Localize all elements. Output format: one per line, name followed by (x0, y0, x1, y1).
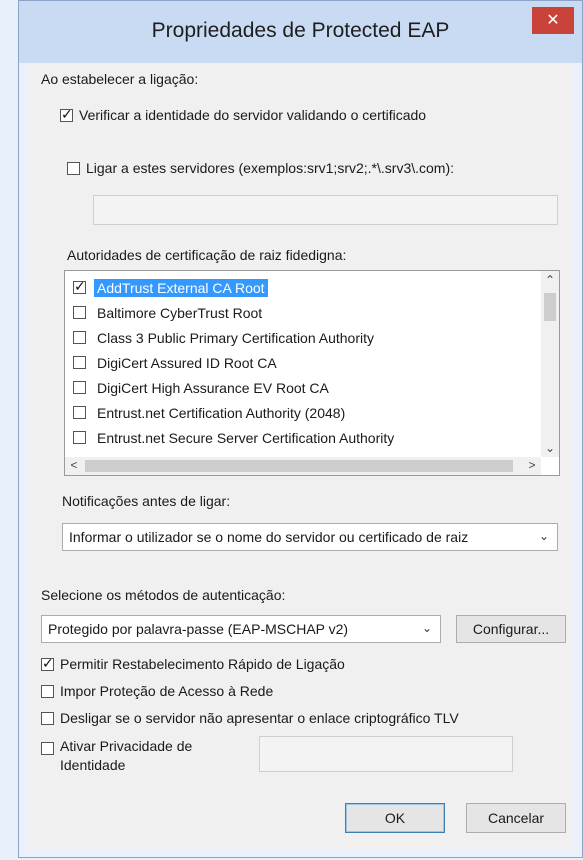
ca-label: DigiCert Assured ID Root CA (97, 354, 277, 371)
ok-button[interactable]: OK (345, 803, 445, 833)
identity-privacy-label: Ativar Privacidade de Identidade (60, 737, 192, 775)
dialog-body: Ao estabelecer a ligação: Verificar a id… (27, 63, 574, 849)
auth-method-selected: Protegido por palavra-passe (EAP-MSCHAP … (48, 621, 349, 637)
ca-checkbox[interactable] (73, 278, 86, 295)
scroll-up-icon[interactable]: ⌃ (541, 273, 559, 287)
auth-methods-label: Selecione os métodos de autenticação: (41, 587, 286, 603)
scroll-down-icon[interactable]: ⌄ (541, 441, 559, 455)
ca-checkbox[interactable] (73, 306, 86, 319)
list-item[interactable]: DigiCert Assured ID Root CA (73, 350, 280, 375)
scroll-left-icon[interactable]: < (65, 458, 83, 472)
notifications-selected: Informar o utilizador se o nome do servi… (69, 529, 469, 545)
nap-option[interactable]: Impor Proteção de Acesso à Rede (41, 683, 273, 699)
tlv-checkbox[interactable] (41, 711, 54, 725)
ca-label: AddTrust External CA Root (94, 278, 268, 297)
tlv-label: Desligar se o servidor não apresentar o … (60, 710, 459, 726)
configure-button[interactable]: Configurar... (456, 615, 566, 643)
notifications-label: Notificações antes de ligar: (62, 493, 231, 509)
list-item[interactable]: DigiCert High Assurance EV Root CA (73, 375, 332, 400)
ca-checkbox[interactable] (73, 331, 86, 344)
fast-reconnect-label: Permitir Restabelecimento Rápido de Liga… (60, 656, 345, 672)
horizontal-scrollbar[interactable]: < > (65, 457, 541, 475)
ca-label: Entrust.net Secure Server Certification … (97, 429, 395, 446)
list-item[interactable]: Entrust.net Certification Authority (204… (73, 400, 348, 425)
list-item[interactable]: Class 3 Public Primary Certification Aut… (73, 325, 377, 350)
identity-privacy-input[interactable] (259, 736, 513, 772)
ca-checkbox[interactable] (73, 406, 86, 419)
horizontal-scroll-thumb[interactable] (85, 460, 513, 472)
ca-checkbox[interactable] (73, 431, 86, 444)
identity-privacy-option[interactable]: Ativar Privacidade de Identidade (41, 737, 192, 773)
chevron-down-icon: ⌄ (421, 621, 432, 635)
root-ca-list[interactable]: AddTrust External CA Root Baltimore Cybe… (64, 270, 560, 476)
dialog-title: Propriedades de Protected EAP (151, 19, 450, 42)
verify-identity-option[interactable]: Verificar a identidade do servidor valid… (60, 106, 427, 123)
ca-label: DigiCert High Assurance EV Root CA (97, 379, 329, 396)
ca-label: Baltimore CyberTrust Root (97, 304, 263, 321)
ca-checkbox[interactable] (73, 381, 86, 394)
close-icon: ✕ (546, 12, 560, 29)
connection-section-label: Ao estabelecer a ligação: (41, 71, 199, 87)
eap-properties-dialog: Propriedades de Protected EAP ✕ Ao estab… (18, 0, 583, 858)
verify-identity-checkbox[interactable] (60, 106, 73, 123)
ca-label: Class 3 Public Primary Certification Aut… (97, 329, 374, 346)
ca-label: Entrust.net Certification Authority (204… (97, 404, 346, 421)
tlv-option[interactable]: Desligar se o servidor não apresentar o … (41, 710, 459, 726)
identity-privacy-checkbox[interactable] (41, 741, 54, 755)
nap-label: Impor Proteção de Acesso à Rede (60, 683, 274, 699)
fast-reconnect-checkbox[interactable] (41, 655, 54, 672)
title-bar[interactable]: Propriedades de Protected EAP ✕ (19, 1, 582, 63)
notifications-dropdown[interactable]: Informar o utilizador se o nome do servi… (62, 523, 558, 551)
list-item[interactable]: Entrust.net Secure Server Certification … (73, 425, 397, 450)
list-item[interactable]: AddTrust External CA Root (73, 275, 268, 300)
cancel-button[interactable]: Cancelar (466, 803, 566, 833)
vertical-scroll-thumb[interactable] (544, 293, 556, 321)
auth-method-dropdown[interactable]: Protegido por palavra-passe (EAP-MSCHAP … (41, 615, 441, 643)
nap-checkbox[interactable] (41, 684, 54, 698)
close-button[interactable]: ✕ (532, 7, 574, 34)
chevron-down-icon: ⌄ (538, 529, 549, 543)
fast-reconnect-option[interactable]: Permitir Restabelecimento Rápido de Liga… (41, 655, 345, 672)
verify-identity-label: Verificar a identidade do servidor valid… (79, 107, 427, 123)
servers-input[interactable] (93, 195, 558, 225)
root-ca-label: Autoridades de certificação de raiz fide… (67, 247, 347, 263)
list-item[interactable]: Baltimore CyberTrust Root (73, 300, 265, 325)
scroll-right-icon[interactable]: > (523, 458, 541, 472)
connect-servers-option[interactable]: Ligar a estes servidores (exemplos:srv1;… (67, 160, 454, 176)
connect-servers-label: Ligar a estes servidores (exemplos:srv1;… (86, 160, 455, 176)
vertical-scrollbar[interactable]: ⌃ ⌄ (541, 271, 559, 457)
connect-servers-checkbox[interactable] (67, 161, 80, 175)
ca-checkbox[interactable] (73, 356, 86, 369)
identity-privacy-line1: Ativar Privacidade de (60, 738, 193, 754)
identity-privacy-line2: Identidade (60, 757, 126, 773)
